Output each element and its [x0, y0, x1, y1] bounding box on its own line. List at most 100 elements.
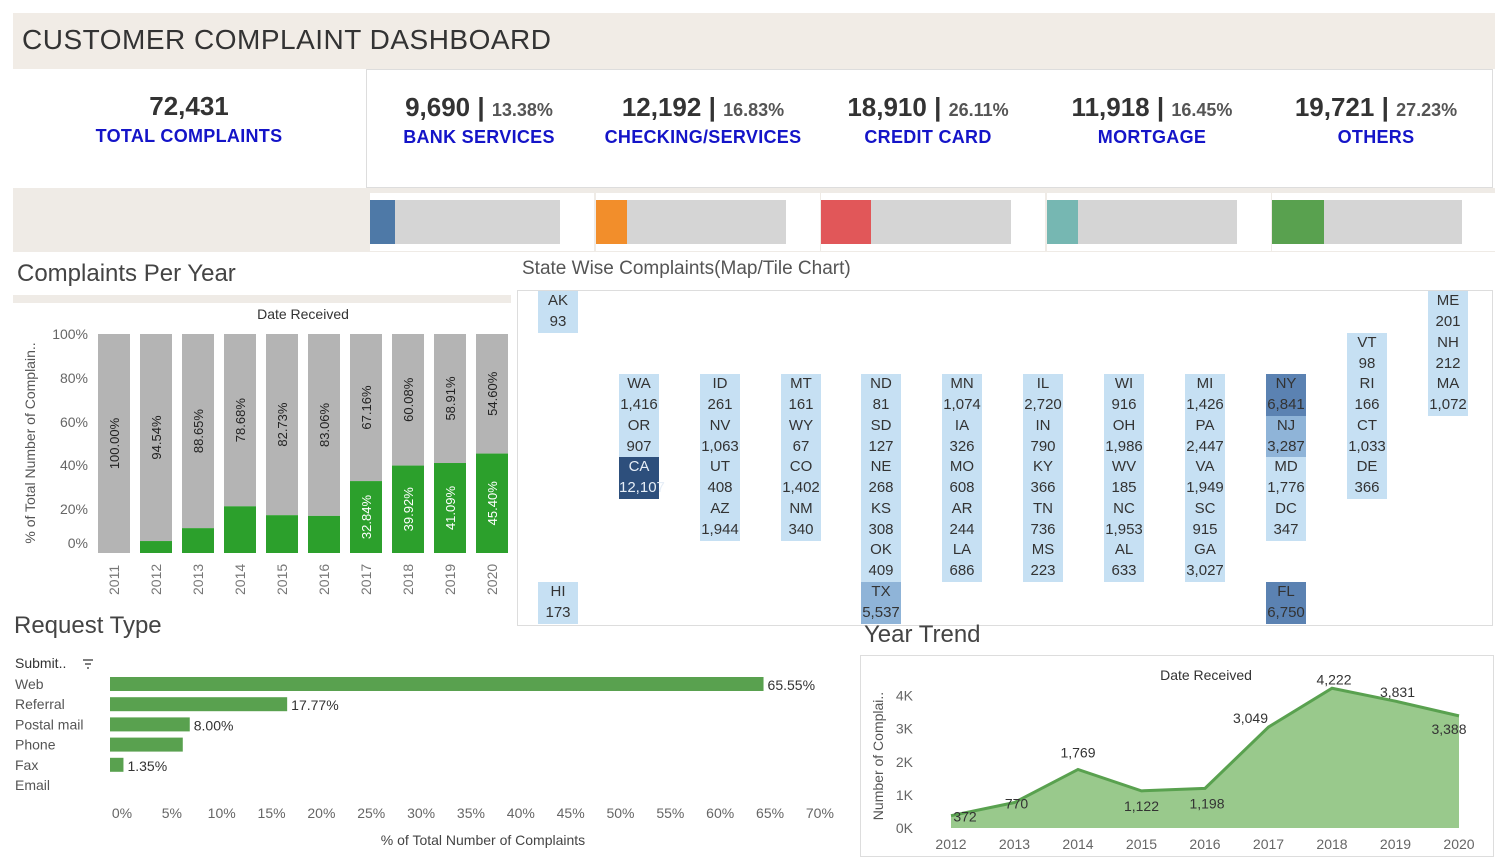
state-code: SC [1194, 500, 1216, 517]
request-category-label: Web [15, 676, 44, 692]
kpi-value-line: 19,721 | 27.23% [1261, 92, 1491, 123]
trend-point-label: 1,769 [1060, 744, 1095, 760]
share-bar-fill [1272, 200, 1324, 244]
state-tile-ne: NE 268 [861, 457, 901, 499]
kpi-total: 72,431 TOTAL COMPLAINTS [13, 69, 365, 186]
state-tile-ny: NY 6,841 [1266, 374, 1306, 416]
kpi-others: 19,721 | 27.23% OTHERS [1261, 92, 1491, 148]
trend-point-label: 770 [1005, 796, 1029, 812]
request-bar [110, 737, 183, 752]
per-year-green-label: 41.09% [443, 486, 458, 531]
per-year-gray-label: 78.68% [233, 398, 248, 443]
state-value: 6,750 [1267, 603, 1305, 621]
kpi-credit-card: 18,910 | 26.11% CREDIT CARD [813, 92, 1043, 148]
state-tile-ks: KS 308 [861, 499, 901, 541]
per-year-xtick: 2014 [232, 564, 248, 595]
per-year-xtick: 2018 [400, 564, 416, 595]
state-tile-ca: CA 12,107 [619, 457, 665, 499]
kpi-separator: | [926, 92, 949, 122]
per-year-green-label: 45.40% [485, 481, 500, 526]
per-year-ytick: 60% [60, 414, 88, 430]
state-value: 261 [707, 395, 733, 413]
state-code: WI [1114, 375, 1134, 392]
state-tile-nd: ND 81 [861, 374, 901, 416]
state-value: 340 [788, 520, 814, 538]
kpi-label: CREDIT CARD [864, 127, 992, 147]
state-value: 1,072 [1429, 395, 1467, 413]
trend-point-label: 1,122 [1124, 798, 1159, 814]
state-tile-or: OR 907 [619, 416, 659, 458]
state-code: IA [954, 417, 970, 434]
state-value: 98 [1358, 354, 1376, 372]
state-tile-mi: MI 1,426 [1185, 374, 1225, 416]
per-year-ylabel: % of Total Number of Complain.. [22, 342, 38, 543]
state-tile-sd: SD 127 [861, 416, 901, 458]
trend-point-label: 3,831 [1380, 684, 1415, 700]
per-year-gray-label: 54.60% [485, 371, 500, 416]
state-code: RI [1359, 375, 1375, 392]
state-tile-ak: AK 93 [538, 291, 578, 333]
state-tile-oh: OH 1,986 [1104, 416, 1144, 458]
state-value: 1,776 [1267, 478, 1305, 496]
state-value: 408 [707, 478, 733, 496]
trend-xtick: 2013 [999, 836, 1030, 852]
state-code: TN [1033, 500, 1053, 517]
request-category-label: Email [15, 777, 50, 793]
state-tile-sc: SC 915 [1185, 499, 1225, 541]
share-bar-fill [1046, 200, 1078, 244]
state-code: FL [1277, 583, 1295, 600]
trend-chart-panel: Date Received Number of Complai.. 4K 3K 2K 1K… [860, 655, 1494, 857]
state-code: IL [1036, 375, 1050, 392]
state-code: WY [788, 417, 814, 434]
state-tile-wv: WV 185 [1104, 457, 1144, 499]
trend-xtick: 2017 [1253, 836, 1284, 852]
request-bar [110, 677, 764, 691]
state-tile-ia: IA 326 [942, 416, 982, 458]
per-year-gray-label: 83.06% [317, 402, 332, 447]
state-code: LA [952, 541, 972, 558]
state-value: 223 [1030, 561, 1056, 579]
per-year-topstrip [13, 295, 511, 303]
per-year-gray-label: 94.54% [149, 415, 164, 460]
state-code: GA [1194, 541, 1216, 558]
state-code: PA [1195, 417, 1215, 434]
section-title-state: State Wise Complaints(Map/Tile Chart) [522, 258, 851, 279]
state-code: OH [1112, 417, 1136, 434]
state-code: NC [1113, 500, 1135, 517]
kpi-separator: | [470, 92, 492, 122]
state-code: VT [1357, 334, 1377, 351]
state-value: 185 [1111, 478, 1137, 496]
state-value: 244 [949, 520, 975, 538]
share-bar-track [595, 200, 786, 244]
per-year-bar-green [224, 506, 256, 553]
state-tile-ga: GA 3,027 [1185, 540, 1225, 582]
state-code: OR [627, 417, 651, 434]
state-tile-wy: WY 67 [781, 416, 821, 458]
state-value: 93 [549, 312, 567, 330]
kpi-value: 19,721 [1294, 92, 1375, 122]
per-year-xtick: 2020 [484, 564, 500, 595]
state-tile-pa: PA 2,447 [1185, 416, 1225, 458]
kpi-value: 9,690 [405, 92, 471, 122]
state-code: NE [870, 458, 892, 475]
trend-xtick: 2014 [1062, 836, 1093, 852]
state-value: 2,447 [1186, 437, 1224, 455]
state-tile-me: ME 201 [1428, 291, 1468, 333]
state-code: NV [709, 417, 731, 434]
share-bar-track [1272, 200, 1462, 244]
state-tile-va: VA 1,949 [1185, 457, 1225, 499]
state-tile-nv: NV 1,063 [700, 416, 740, 458]
state-tile-wi: WI 916 [1104, 374, 1144, 416]
state-tile-wa: WA 1,416 [619, 374, 659, 416]
request-header: Submit.. [15, 655, 66, 671]
state-tile-ut: UT 408 [700, 457, 740, 499]
trend-xtick: 2016 [1189, 836, 1220, 852]
per-year-xtick: 2019 [442, 564, 458, 595]
state-value: 608 [949, 478, 975, 496]
state-value: 409 [868, 561, 894, 579]
state-code: KS [870, 500, 891, 517]
request-bar-label: 1.35% [127, 758, 167, 774]
state-code: WV [1111, 458, 1137, 475]
state-tile-fl: FL 6,750 [1266, 582, 1306, 624]
kpi-value-line: 12,192 | 16.83% [588, 92, 818, 123]
